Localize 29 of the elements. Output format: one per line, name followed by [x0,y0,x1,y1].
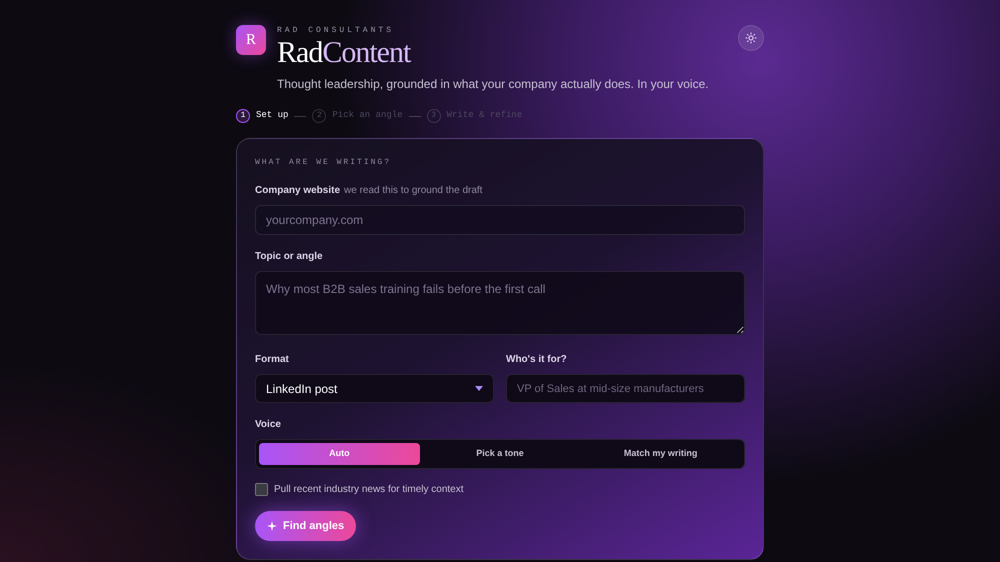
checkbox[interactable] [255,483,268,496]
field-label: Voice [255,418,282,432]
sparkle-icon [267,521,277,531]
audience-field[interactable]: VP of Sales at mid-size manufacturers [506,374,745,403]
step-number: 1 [236,109,250,123]
theme-toggle-button[interactable] [738,25,764,51]
checkbox-label: Pull recent industry news for timely context [274,483,464,497]
field-label: Who's it for? [506,353,568,367]
website-field[interactable]: yourcompany.com [255,205,745,235]
voice-option[interactable]: Pick a tone [420,443,580,465]
logo-badge: R [236,25,266,55]
voice-option[interactable]: Match my writing [580,443,741,465]
format-dropdown[interactable]: LinkedIn post [255,374,494,403]
step-label[interactable]: Set up [256,109,288,123]
field-hint: we read this to ground the draft [344,184,482,198]
eyebrow-text: RAD CONSULTANTS [277,26,396,36]
topic-field[interactable]: Why most B2B sales training fails before the first call [255,271,745,335]
tagline: Thought leadership, grounded in what your company actually does. In your voice. [277,76,710,93]
section-heading: WHAT ARE WE WRITING? [255,157,392,169]
step-number: 2 [312,109,326,123]
caret-icon [475,386,483,391]
field-label: Topic or angle [255,250,324,264]
sun-icon [745,32,757,44]
field-label: Company website [255,184,340,198]
app-title: RadContent [277,36,412,70]
voice-option[interactable]: Auto [259,443,420,465]
field-label: Format [255,353,290,367]
find-angles-button[interactable]: Find angles [255,511,356,541]
step-number: 3 [426,109,441,123]
